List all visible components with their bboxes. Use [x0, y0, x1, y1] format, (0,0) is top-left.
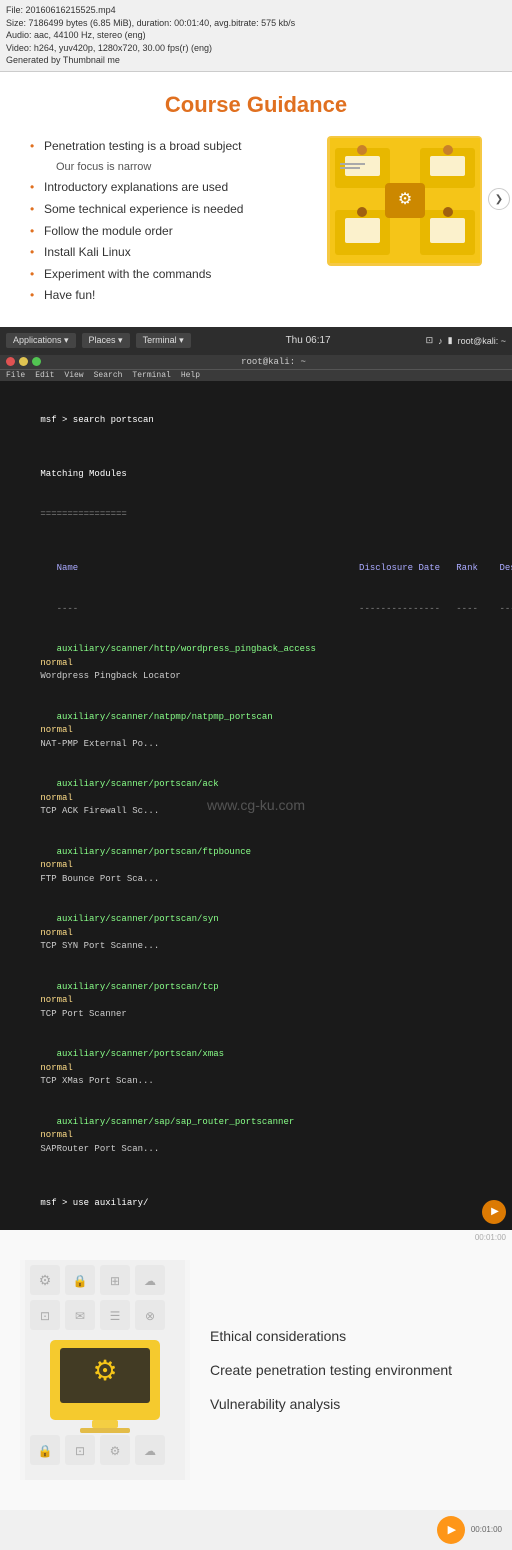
terminal-blank3: [8, 1170, 504, 1184]
svg-text:⊞: ⊞: [110, 1274, 120, 1288]
modules-section: ⚙ 🔒 ⊞ ☁ ⊡ ✉ ☰ ⊗ ⚙ 🔒 ⊡: [0, 1230, 512, 1510]
menu-edit[interactable]: Edit: [35, 371, 54, 380]
terminal-play-button[interactable]: [482, 1200, 506, 1224]
bullet-1: Penetration testing is a broad subject: [30, 136, 317, 158]
terminal-cmd1: msf > search portscan: [8, 387, 504, 441]
volume-icon: ♪: [438, 336, 443, 346]
col-sep: ---- --------------- ---- -----------: [40, 604, 512, 614]
svg-text:⚙: ⚙: [92, 1355, 117, 1386]
bullet-6: Experiment with the commands: [30, 264, 317, 286]
meta-filename: File: 20160616215525.mp4: [6, 4, 506, 17]
module-row-3: auxiliary/scanner/portscan/ftpbounce nor…: [8, 832, 504, 900]
module-item-1: Create penetration testing environment: [210, 1362, 492, 1378]
bullet-2: Introductory explanations are used: [30, 177, 317, 199]
cmd1-text: msf > search portscan: [40, 415, 153, 425]
slide-illustration: ⚙: [327, 136, 482, 266]
svg-text:✉: ✉: [75, 1309, 85, 1323]
module-row-1: auxiliary/scanner/natpmp/natpmp_portscan…: [8, 697, 504, 765]
meta-audio: Audio: aac, 44100 Hz, stereo (eng): [6, 29, 506, 42]
network-icon: ⊡: [426, 335, 434, 346]
clock: Thu 06:17: [286, 335, 331, 346]
bullet-3: Some technical experience is needed: [30, 199, 317, 221]
module-row-2: auxiliary/scanner/portscan/ack normal TC…: [8, 765, 504, 833]
module-row-0: auxiliary/scanner/http/wordpress_pingbac…: [8, 630, 504, 698]
terminal-blank1: [8, 441, 504, 455]
bottom-nav: 00:01:00: [0, 1510, 512, 1550]
applications-label: Applications ▾: [13, 335, 69, 346]
terminal-body: msf > search portscan Matching Modules =…: [0, 381, 512, 1230]
menu-view[interactable]: View: [64, 371, 83, 380]
modules-play-button[interactable]: [437, 1516, 465, 1544]
bullet-7: Have fun!: [30, 285, 317, 307]
taskbar: Applications ▾ Places ▾ Terminal ▾ Thu 0…: [0, 327, 512, 355]
slide-title: Course Guidance: [30, 92, 482, 118]
terminal-time: 00:01:00: [475, 1233, 506, 1242]
modules-time: 00:01:00: [471, 1525, 502, 1534]
svg-text:⊗: ⊗: [145, 1309, 155, 1323]
terminal-cmd2: msf > use auxiliary/: [8, 1183, 504, 1224]
places-menu[interactable]: Places ▾: [82, 333, 130, 348]
root-label: root@kali: ~: [458, 336, 506, 346]
col-name: Name Disclosure Date Rank Description: [40, 563, 512, 573]
battery-icon: ▮: [448, 335, 453, 346]
svg-text:☰: ☰: [110, 1309, 121, 1323]
terminal-titlebar: root@kali: ~: [0, 355, 512, 370]
svg-text:☁: ☁: [144, 1444, 156, 1458]
terminal-cols: Name Disclosure Date Rank Description: [8, 549, 504, 590]
terminal-matching: Matching Modules: [8, 454, 504, 495]
svg-text:⊡: ⊡: [40, 1309, 50, 1323]
maximize-button[interactable]: [32, 357, 41, 366]
close-button[interactable]: [6, 357, 15, 366]
meta-generator: Generated by Thumbnail me: [6, 54, 506, 67]
modules-illustration: ⚙ 🔒 ⊞ ☁ ⊡ ✉ ☰ ⊗ ⚙ 🔒 ⊡: [20, 1260, 190, 1480]
meta-video: Video: h264, yuv420p, 1280x720, 30.00 fp…: [6, 42, 506, 55]
modules-list: Ethical considerations Create penetratio…: [190, 1260, 492, 1480]
svg-text:⚙: ⚙: [110, 1444, 121, 1458]
module-row-4: auxiliary/scanner/portscan/syn normal TC…: [8, 900, 504, 968]
module-item-0: Ethical considerations: [210, 1328, 492, 1344]
terminal-sep1: ================: [8, 495, 504, 536]
menu-file[interactable]: File: [6, 371, 25, 380]
meta-bar: File: 20160616215525.mp4 Size: 7186499 b…: [0, 0, 512, 72]
module-row-5: auxiliary/scanner/portscan/tcp normal TC…: [8, 967, 504, 1035]
menu-search[interactable]: Search: [94, 371, 123, 380]
section-header: Matching Modules: [40, 469, 126, 479]
terminal-blank2: [8, 535, 504, 549]
svg-text:⚙: ⚙: [39, 1272, 52, 1288]
cmd2-text: msf > use auxiliary/: [40, 1198, 148, 1208]
slide-bullets: Penetration testing is a broad subject O…: [30, 136, 317, 307]
traffic-lights: [6, 357, 41, 366]
svg-text:⊡: ⊡: [75, 1444, 85, 1458]
meta-size: Size: 7186499 bytes (6.85 MiB), duration…: [6, 17, 506, 30]
svg-text:⚙: ⚙: [397, 191, 411, 208]
menu-help[interactable]: Help: [181, 371, 200, 380]
taskbar-time: Thu 06:17: [197, 335, 420, 346]
terminal-label: Terminal ▾: [143, 335, 184, 346]
svg-text:🔒: 🔒: [38, 1444, 53, 1458]
terminal-title: root@kali: ~: [41, 357, 506, 367]
next-icon: ❯: [495, 194, 503, 205]
module-item-2: Vulnerability analysis: [210, 1396, 492, 1412]
applications-menu[interactable]: Applications ▾: [6, 333, 76, 348]
terminal-col-sep: ---- --------------- ---- -----------: [8, 589, 504, 630]
terminal-menubar: File Edit View Search Terminal Help: [0, 370, 512, 381]
bullet-4: Follow the module order: [30, 221, 317, 243]
course-guidance-slide: Course Guidance Penetration testing is a…: [0, 72, 512, 327]
terminal-window: root@kali: ~ File Edit View Search Termi…: [0, 355, 512, 1230]
taskbar-right: ⊡ ♪ ▮ root@kali: ~: [426, 335, 506, 346]
terminal-menu[interactable]: Terminal ▾: [136, 333, 191, 348]
bullet-5: Install Kali Linux: [30, 242, 317, 264]
slide-content: Penetration testing is a broad subject O…: [30, 136, 482, 307]
module-row-7: auxiliary/scanner/sap/sap_router_portsca…: [8, 1102, 504, 1170]
sep1: ================: [40, 509, 126, 519]
module-row-6: auxiliary/scanner/portscan/xmas normal T…: [8, 1035, 504, 1103]
next-button[interactable]: ❯: [488, 188, 510, 210]
bullet-sub-1: Our focus is narrow: [30, 158, 317, 178]
menu-terminal[interactable]: Terminal: [132, 371, 170, 380]
minimize-button[interactable]: [19, 357, 28, 366]
svg-text:🔒: 🔒: [73, 1274, 88, 1288]
places-label: Places ▾: [89, 335, 123, 346]
svg-text:☁: ☁: [144, 1274, 156, 1288]
